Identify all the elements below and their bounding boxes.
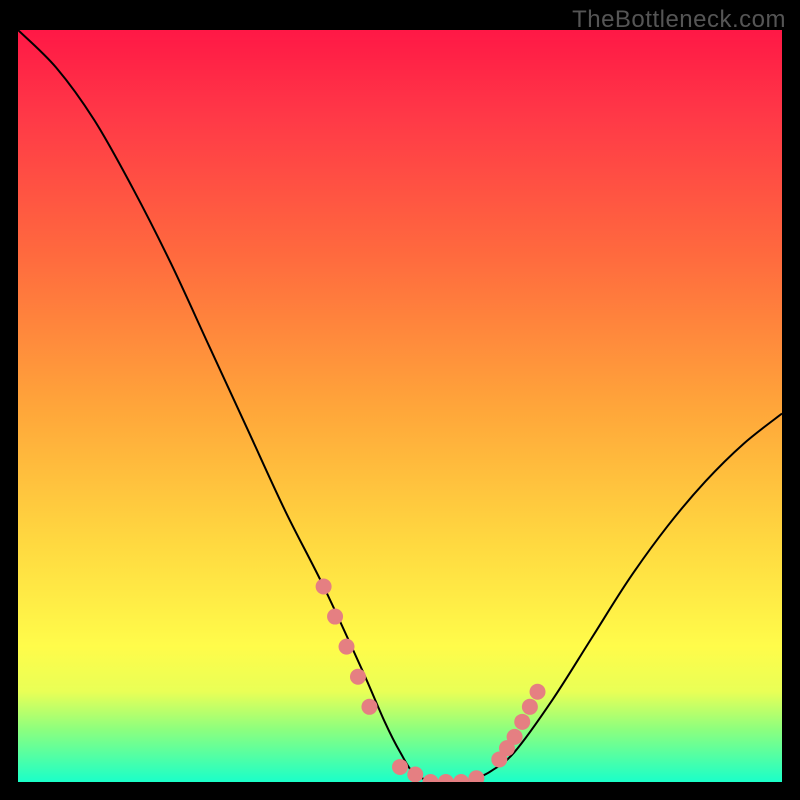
marker-point — [339, 639, 355, 655]
marker-point — [530, 684, 546, 700]
marker-point — [407, 766, 423, 782]
marker-point — [350, 669, 366, 685]
marker-point — [507, 729, 523, 745]
watermark-text: TheBottleneck.com — [572, 6, 786, 34]
marker-point — [468, 770, 484, 782]
marker-point — [423, 774, 439, 782]
plot-area — [18, 30, 782, 782]
marker-point — [514, 714, 530, 730]
marker-point — [316, 578, 332, 594]
marker-point — [453, 774, 469, 782]
chart-svg — [18, 30, 782, 782]
highlight-markers — [316, 578, 546, 782]
marker-point — [438, 774, 454, 782]
marker-point — [522, 699, 538, 715]
marker-point — [361, 699, 377, 715]
bottleneck-curve-path — [18, 30, 782, 782]
marker-point — [327, 609, 343, 625]
marker-point — [392, 759, 408, 775]
